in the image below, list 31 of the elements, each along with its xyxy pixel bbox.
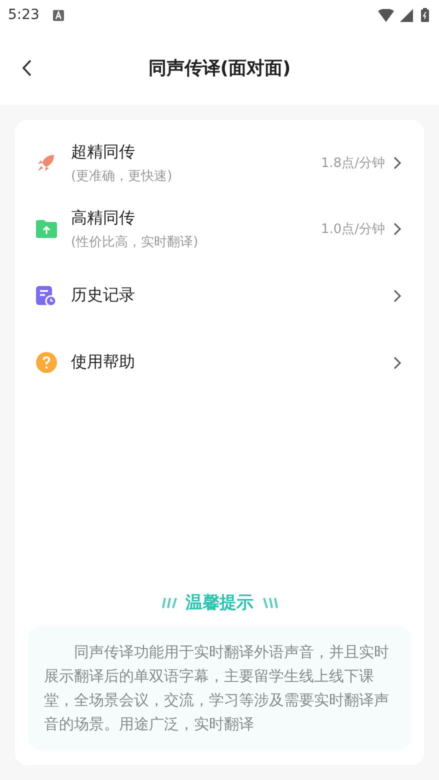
slash-decoration-icon [262, 596, 280, 610]
status-time: 5:23 [8, 7, 40, 23]
page-title: 同声传译(面对面) [148, 56, 291, 80]
back-icon [22, 59, 32, 76]
slash-decoration-icon [160, 596, 178, 610]
menu-item[interactable]: 历史记录 [15, 262, 424, 329]
wifi-icon [378, 8, 394, 22]
menu-item-title: 使用帮助 [71, 352, 136, 373]
menu-item[interactable]: 使用帮助 [15, 329, 424, 396]
help-icon [36, 352, 56, 373]
battery-icon [421, 8, 429, 22]
menu-item-title: 超精同传 [71, 142, 136, 162]
chevron-right-icon [393, 222, 402, 236]
chevron-right-icon [393, 356, 402, 370]
tips-text: 同声传译功能用于实时翻译外语声音，并且实时展示翻译后的单双语字幕，主要留学生线上线下课堂，全场景会议，交流，学习等涉及需要实时翻译声音的场景。用途广泛，实时翻译 [44, 642, 390, 735]
notification-icon [53, 10, 64, 20]
tips-title: 温馨提示 [186, 592, 254, 614]
chevron-right-icon [393, 156, 402, 170]
rocket-icon [36, 153, 56, 173]
folder-upload-icon [36, 220, 56, 238]
menu-item[interactable]: 超精同传 (更准确，更快速) 1.8点/分钟 [15, 130, 424, 196]
menu-item-title: 高精同传 [71, 208, 136, 228]
price-label: 1.8点/分钟 [320, 155, 385, 172]
signal-icon [400, 8, 413, 22]
price-label: 1.0点/分钟 [320, 221, 385, 238]
chevron-right-icon [393, 288, 402, 302]
menu-item-subtitle: (性价比高，实时翻译) [71, 234, 200, 250]
menu-item-title: 历史记录 [71, 285, 136, 306]
menu-item-subtitle: (更准确，更快速) [71, 168, 174, 184]
menu-item[interactable]: 高精同传 (性价比高，实时翻译) 1.0点/分钟 [15, 196, 424, 262]
history-icon [36, 286, 56, 306]
